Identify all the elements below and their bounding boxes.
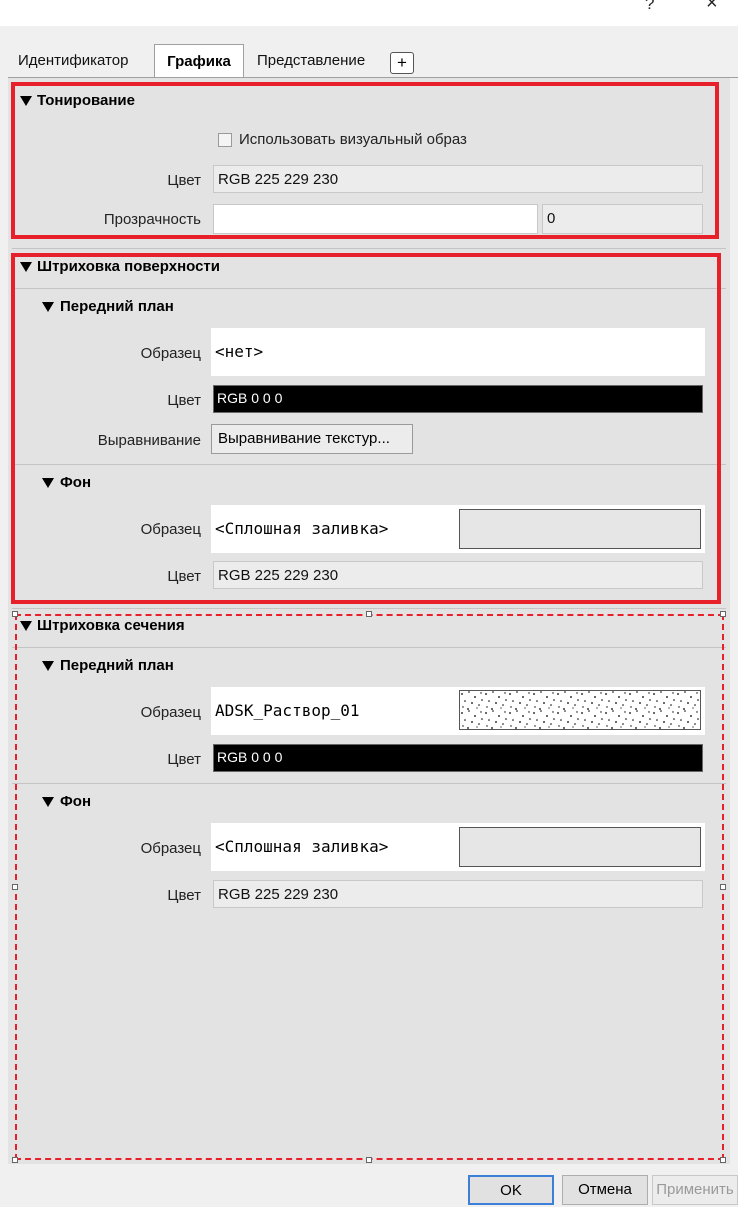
selection-handle[interactable] <box>12 884 18 890</box>
tab-identifier[interactable]: Идентификатор <box>18 52 128 69</box>
highlight-cut-hatch <box>15 614 724 1160</box>
dialog-title-bar: ? × <box>0 0 738 26</box>
highlight-surface-hatch <box>11 253 721 604</box>
selection-handle[interactable] <box>720 884 726 890</box>
help-icon[interactable]: ? <box>645 0 654 14</box>
tab-appearance[interactable]: Представление <box>257 52 365 69</box>
highlight-toning <box>11 82 719 239</box>
selection-handle[interactable] <box>366 1157 372 1163</box>
selection-handle[interactable] <box>720 1157 726 1163</box>
apply-button[interactable]: Применить <box>652 1175 738 1205</box>
cancel-button[interactable]: Отмена <box>562 1175 648 1205</box>
selection-handle[interactable] <box>12 1157 18 1163</box>
add-tab-button[interactable]: + <box>390 52 414 74</box>
selection-handle[interactable] <box>12 611 18 617</box>
selection-handle[interactable] <box>366 611 372 617</box>
ok-button[interactable]: OK <box>468 1175 554 1205</box>
close-icon[interactable]: × <box>706 0 718 15</box>
tab-graphics[interactable]: Графика <box>154 44 244 78</box>
selection-handle[interactable] <box>720 611 726 617</box>
